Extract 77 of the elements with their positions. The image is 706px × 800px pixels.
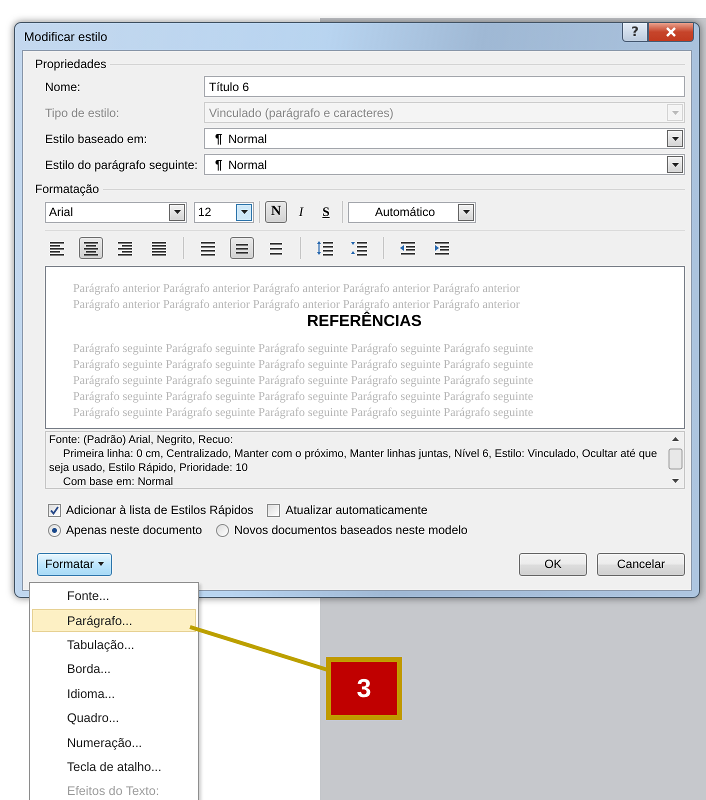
radio-button[interactable] <box>216 524 230 536</box>
checkbox-label: Adicionar à lista de Estilos Rápidos <box>66 503 254 517</box>
radio-label: Apenas neste documento <box>66 523 202 537</box>
preview-sample-text: Parágrafo anterior Parágrafo anterior Parágrafo anterior Parágrafo anterior Parágrafo anterior <box>73 296 520 312</box>
italic-button[interactable]: I <box>290 201 312 223</box>
close-icon <box>665 27 677 37</box>
font-dropdown[interactable]: Arial <box>45 202 187 222</box>
description-text: Fonte: (Padrão) Arial, Negrito, Recuo: <box>49 433 234 447</box>
section-heading: Formatação <box>35 182 100 196</box>
dropdown-value: Arial <box>49 205 74 219</box>
dropdown-value: Automático <box>374 205 436 219</box>
menu-item[interactable]: Tabulação... <box>32 634 196 656</box>
space-after-icon <box>350 239 368 257</box>
menu-item[interactable]: Fonte... <box>32 585 196 608</box>
cancel-button[interactable]: Cancelar <box>597 552 685 576</box>
dropdown-arrow-icon <box>240 210 248 214</box>
field-label: Estilo do parágrafo seguinte: <box>45 158 199 172</box>
description-text: Primeira linha: 0 cm, Centralizado, Manter com o próximo, Manter linhas juntas, Nível 6, Estilo: Vinculado, Ocultar até que seja usado, Estilo Rápido, Prioridade: 10 <box>49 447 658 475</box>
preview-sample-text: Parágrafo anterior Parágrafo anterior Parágrafo anterior Parágrafo anterior Parágrafo anterior <box>73 280 520 296</box>
single-spacing-icon <box>199 239 217 257</box>
align-left-icon <box>48 239 66 257</box>
section-heading: Propriedades <box>35 57 106 71</box>
field-label: Nome: <box>45 80 82 94</box>
preview-sample-text: Parágrafo seguinte Parágrafo seguinte Parágrafo seguinte Parágrafo seguinte Parágrafo seguinte <box>73 356 534 372</box>
dropdown-arrow-icon <box>174 210 180 214</box>
dropdown-value: Vinculado (parágrafo e caracteres) <box>209 106 395 120</box>
font-size-dropdown[interactable]: 12 <box>194 202 254 222</box>
field-value: Título 6 <box>209 80 250 94</box>
justify-icon <box>150 239 168 257</box>
align-center-button[interactable] <box>79 237 103 259</box>
radio-label: Novos documentos baseados neste modelo <box>234 523 468 537</box>
menu-item[interactable]: Borda... <box>32 658 196 681</box>
menu-item[interactable]: Parágrafo... <box>32 609 196 632</box>
checkbox[interactable] <box>48 504 61 516</box>
checkbox-label: Atualizar automaticamente <box>285 503 428 517</box>
underline-button[interactable]: S <box>315 201 337 223</box>
help-button[interactable]: ? <box>622 23 648 42</box>
dropdown-value: Normal <box>228 158 268 172</box>
align-center-icon <box>82 239 100 257</box>
field-label: Tipo de estilo: <box>45 106 120 120</box>
one-half-spacing-button[interactable] <box>230 237 254 259</box>
ok-button[interactable]: OK <box>519 552 587 576</box>
radio-button[interactable] <box>48 524 61 536</box>
menu-item[interactable]: Idioma... <box>32 682 196 706</box>
menu-item[interactable]: Numeração... <box>32 731 196 754</box>
paragraph-mark: ¶ <box>215 131 222 146</box>
bold-button[interactable]: N <box>265 201 287 223</box>
style-dropdown[interactable]: ¶ Normal <box>204 154 685 175</box>
dropdown-arrow-icon <box>672 162 678 166</box>
preview-sample-text: Parágrafo seguinte Parágrafo seguinte Parágrafo seguinte Parágrafo seguinte Parágrafo seguinte <box>73 340 534 356</box>
dropdown-value: Normal <box>228 132 268 146</box>
dropdown-arrow-icon <box>672 136 678 140</box>
preview-sample-text: Parágrafo seguinte Parágrafo seguinte Parágrafo seguinte Parágrafo seguinte Parágrafo seguinte <box>73 404 534 420</box>
preview-sample-text: Parágrafo seguinte Parágrafo seguinte Parágrafo seguinte Parágrafo seguinte Parágrafo seguinte <box>73 388 534 404</box>
menu-item[interactable]: Tecla de atalho... <box>32 756 196 778</box>
indent-decrease-icon <box>399 239 417 257</box>
align-right-icon <box>116 239 134 257</box>
preview-heading: REFERÊNCIAS <box>307 313 422 331</box>
close-button[interactable] <box>648 23 694 42</box>
style-dropdown[interactable]: ¶ Normal <box>204 128 685 149</box>
window-title: Modificar estilo <box>24 30 108 44</box>
step-number-badge: 3 <box>326 657 402 720</box>
format-button[interactable]: Formatar <box>37 552 112 576</box>
caret-icon <box>98 562 104 566</box>
dropdown-value: 12 <box>198 205 212 219</box>
description-text: Com base em: Normal <box>62 475 174 489</box>
indent-increase-icon <box>433 239 451 257</box>
menu-item[interactable]: Quadro... <box>32 706 196 730</box>
dropdown-arrow-icon <box>672 110 678 114</box>
paragraph-mark: ¶ <box>215 157 222 172</box>
preview-sample-text: Parágrafo seguinte Parágrafo seguinte Parágrafo seguinte Parágrafo seguinte Parágrafo seguinte <box>73 372 534 388</box>
dropdown-arrow-icon <box>462 210 470 214</box>
field-label: Estilo baseado em: <box>45 132 148 146</box>
name-field[interactable]: Título 6 <box>204 76 685 97</box>
color-dropdown[interactable]: Automático <box>348 202 476 222</box>
space-before-icon <box>316 239 334 257</box>
checkbox[interactable] <box>267 504 280 516</box>
